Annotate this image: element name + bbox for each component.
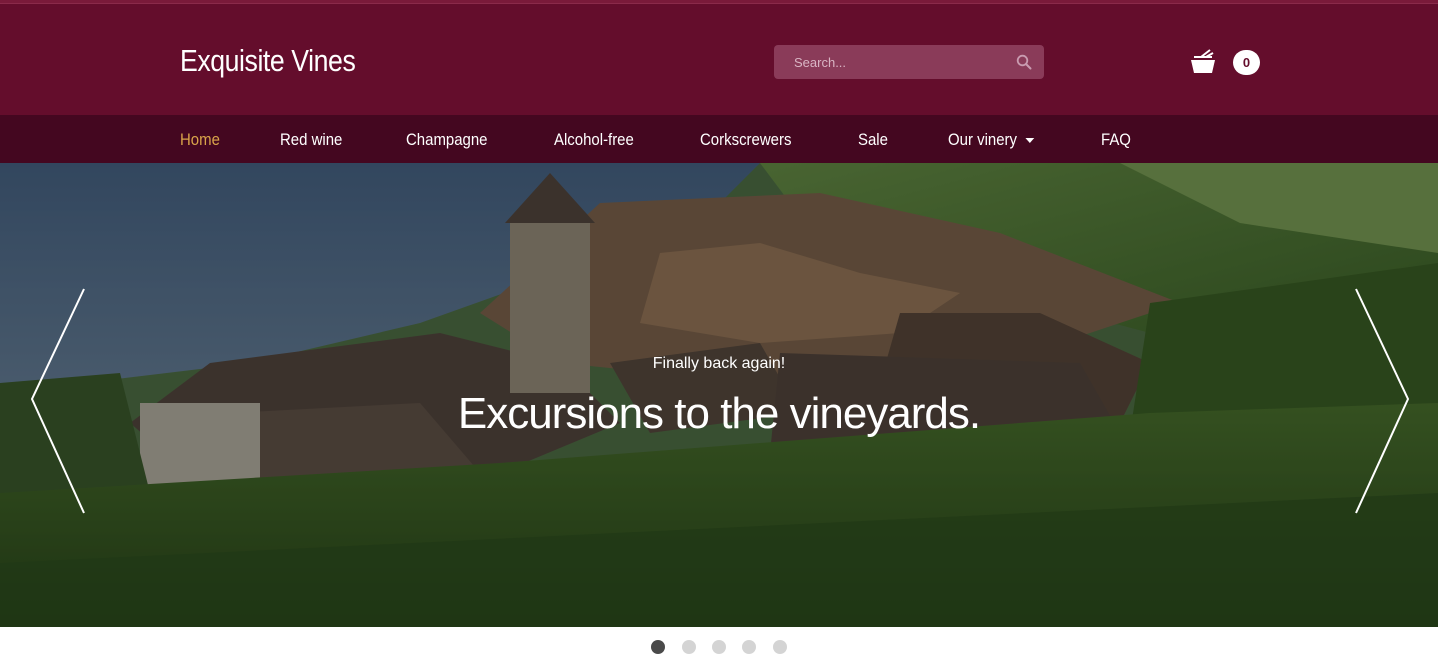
nav-item-alcohol-free[interactable]: Alcohol-free (554, 115, 634, 163)
hero-slider: Finally back again! Excursions to the vi… (0, 163, 1438, 627)
nav-item-our-vinery[interactable]: Our vinery (948, 115, 1035, 163)
slider-dot-5[interactable] (772, 640, 787, 654)
cart-icon[interactable] (1188, 47, 1218, 77)
nav-item-our-vinery-label: Our vinery (947, 130, 1017, 149)
search-icon[interactable] (1016, 54, 1032, 70)
site-header: Exquisite Vines 0 (0, 0, 1438, 115)
search-input[interactable] (774, 45, 1004, 79)
search-box (774, 45, 1044, 79)
hero-title: Excursions to the vineyards. (457, 389, 981, 438)
cart-count-badge[interactable]: 0 (1233, 50, 1260, 75)
slider-dot-1[interactable] (651, 640, 666, 654)
slider-dot-2[interactable] (681, 640, 696, 654)
hero-subtitle: Finally back again! (652, 355, 786, 372)
header-top-line (0, 3, 1438, 4)
nav-item-sale[interactable]: Sale (858, 115, 888, 163)
site-logo[interactable]: Exquisite Vines (180, 43, 356, 79)
slider-pagination (0, 640, 1438, 656)
nav-item-corkscrewers[interactable]: Corkscrewers (700, 115, 791, 163)
slider-dot-3[interactable] (712, 640, 726, 654)
nav-item-home[interactable]: Home (180, 115, 220, 163)
nav-item-red-wine[interactable]: Red wine (280, 115, 342, 163)
caret-down-icon (1025, 138, 1035, 144)
nav-item-champagne[interactable]: Champagne (406, 115, 488, 163)
slider-dot-4[interactable] (742, 640, 757, 654)
main-navigation: Home Red wine Champagne Alcohol-free Cor… (0, 115, 1438, 163)
nav-item-faq[interactable]: FAQ (1101, 115, 1131, 163)
